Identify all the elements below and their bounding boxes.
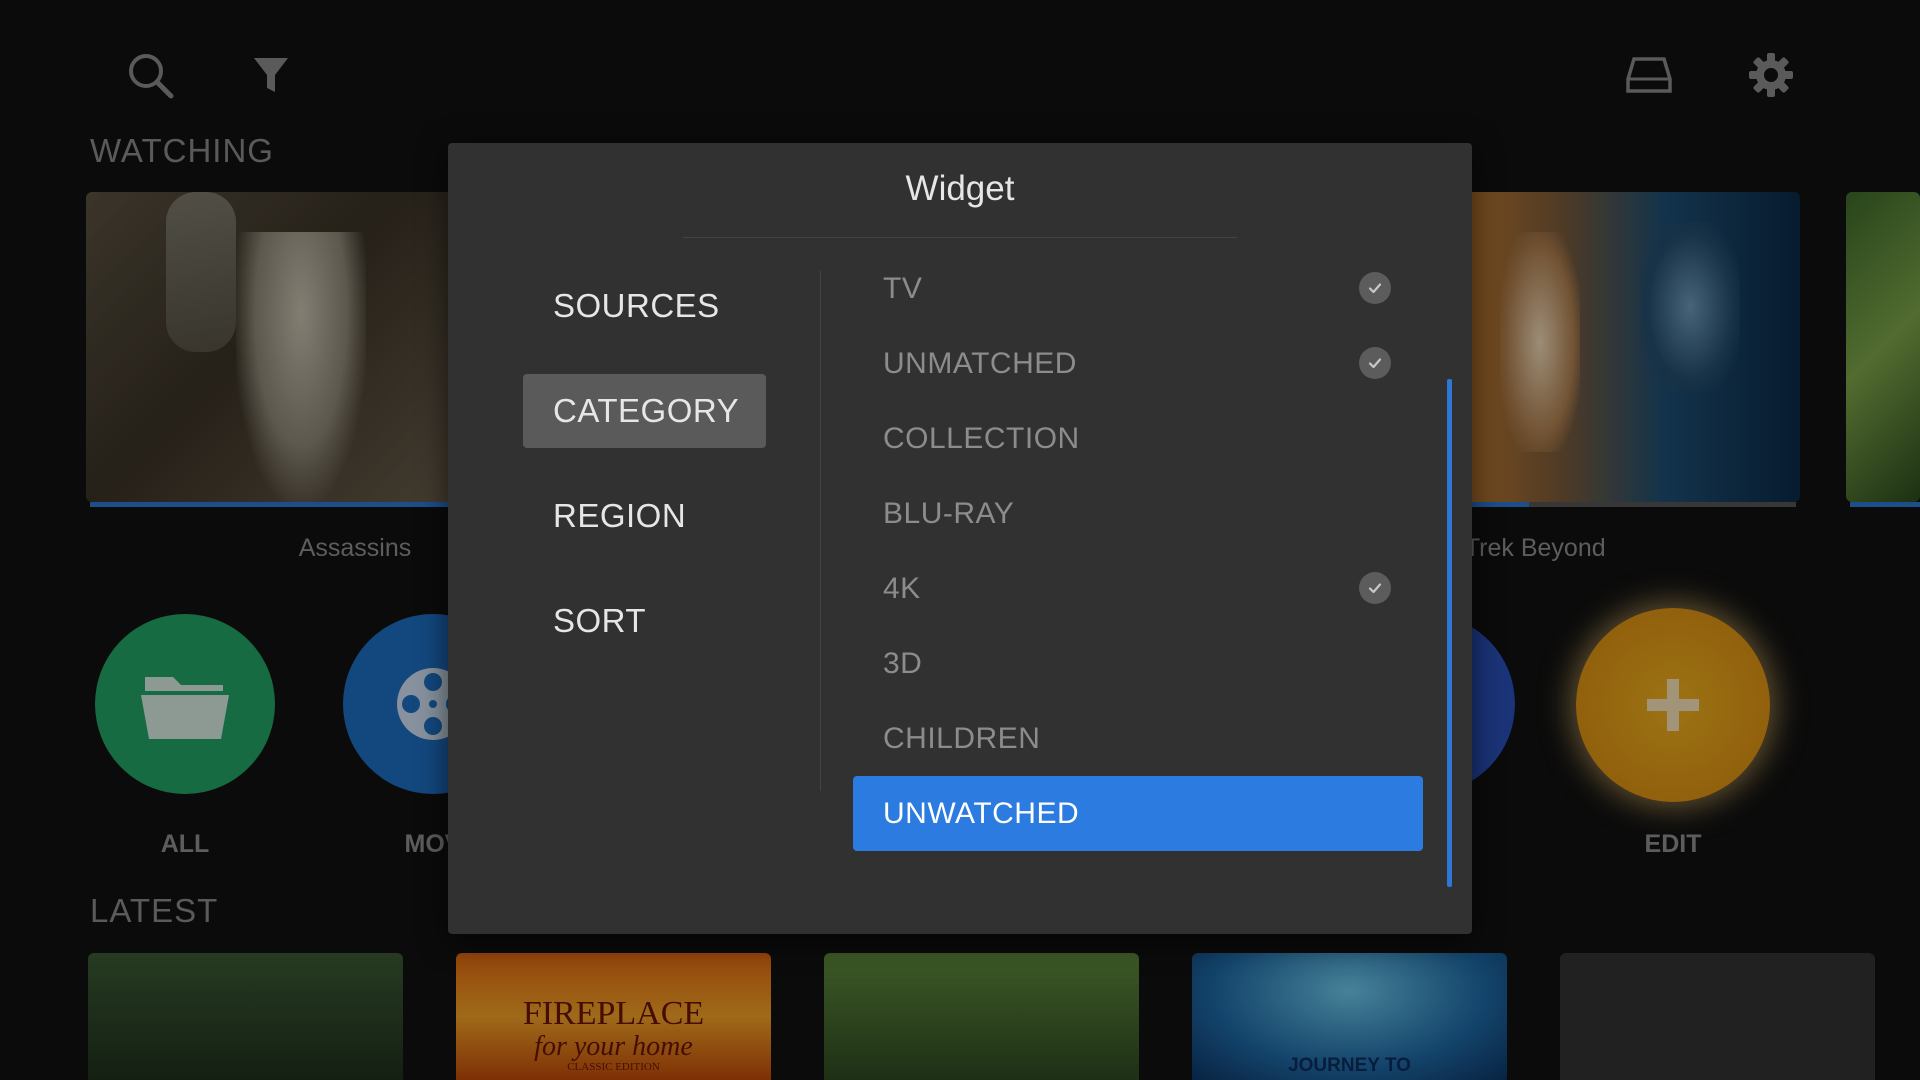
tile-edition: CLASSIC EDITION <box>567 1061 660 1073</box>
poster-star-trek-beyond[interactable] <box>1460 192 1800 502</box>
poster-caption: r Trek Beyond <box>1450 534 1606 562</box>
checkmark-icon <box>1359 347 1391 379</box>
folder-icon <box>141 677 229 739</box>
poster-partial-plant[interactable] <box>1846 192 1920 502</box>
nav-sort[interactable]: SORT <box>523 584 766 658</box>
options-scrollbar[interactable] <box>1447 379 1452 887</box>
edit-libraries-button[interactable] <box>1576 608 1770 802</box>
storage-drive-icon[interactable] <box>1622 48 1676 102</box>
option-label: BLU-RAY <box>883 496 1015 530</box>
settings-gear-icon[interactable] <box>1744 48 1798 102</box>
watching-section-title: WATCHING <box>90 132 274 169</box>
tile-title: JOURNEY TO <box>1288 1055 1411 1076</box>
checkmark-icon <box>1359 572 1391 604</box>
tile-title: FIREPLACE <box>522 995 705 1032</box>
latest-tile-forest[interactable] <box>824 953 1139 1080</box>
option-label: TV <box>883 271 923 305</box>
nav-region[interactable]: REGION <box>523 479 766 553</box>
option-label: UNMATCHED <box>883 346 1077 380</box>
dialog-title: Widget <box>905 169 1015 208</box>
category-option[interactable]: COLLECTION <box>853 401 1423 476</box>
option-label: 4K <box>883 571 921 605</box>
category-option[interactable]: UNWATCHED <box>853 776 1423 851</box>
progress-bar-assassins <box>90 502 460 507</box>
category-option[interactable]: CHILDREN <box>853 701 1423 776</box>
category-option[interactable]: TV <box>853 251 1423 326</box>
option-label: UNWATCHED <box>883 796 1080 830</box>
category-option[interactable]: BLU-RAY <box>853 476 1423 551</box>
column-divider <box>820 271 821 791</box>
filter-icon[interactable] <box>244 48 298 102</box>
poster-assassins[interactable] <box>86 192 466 502</box>
search-icon[interactable] <box>123 48 177 102</box>
library-label: ALL <box>160 830 210 858</box>
nav-category[interactable]: CATEGORY <box>523 374 766 448</box>
library-all-button[interactable] <box>95 614 275 794</box>
widget-dialog: Widget SOURCES CATEGORY REGION SORT TV UN… <box>448 143 1472 934</box>
latest-tile-journey[interactable]: JOURNEY TO <box>1192 953 1507 1080</box>
option-label: 3D <box>883 646 923 680</box>
latest-tile-empty[interactable] <box>1560 953 1875 1080</box>
category-option[interactable]: UNMATCHED <box>853 326 1423 401</box>
library-label: EDIT <box>1644 830 1702 858</box>
tile-subtitle: for your home <box>534 1031 693 1062</box>
progress-bar-partial <box>1850 502 1920 507</box>
option-label: COLLECTION <box>883 421 1080 455</box>
nav-sources[interactable]: SOURCES <box>523 269 766 343</box>
category-option[interactable]: 4K <box>853 551 1423 626</box>
latest-tile-fireplace[interactable]: FIREPLACE for your home CLASSIC EDITION <box>456 953 771 1080</box>
plus-icon <box>1647 679 1699 731</box>
latest-section-title: LATEST <box>90 892 219 929</box>
checkmark-icon <box>1359 272 1391 304</box>
category-option[interactable]: 3D <box>853 626 1423 701</box>
progress-bar-star-trek <box>1464 502 1529 507</box>
title-divider <box>683 237 1237 238</box>
option-label: CHILDREN <box>883 721 1041 755</box>
latest-tile-matrix[interactable] <box>88 953 403 1080</box>
